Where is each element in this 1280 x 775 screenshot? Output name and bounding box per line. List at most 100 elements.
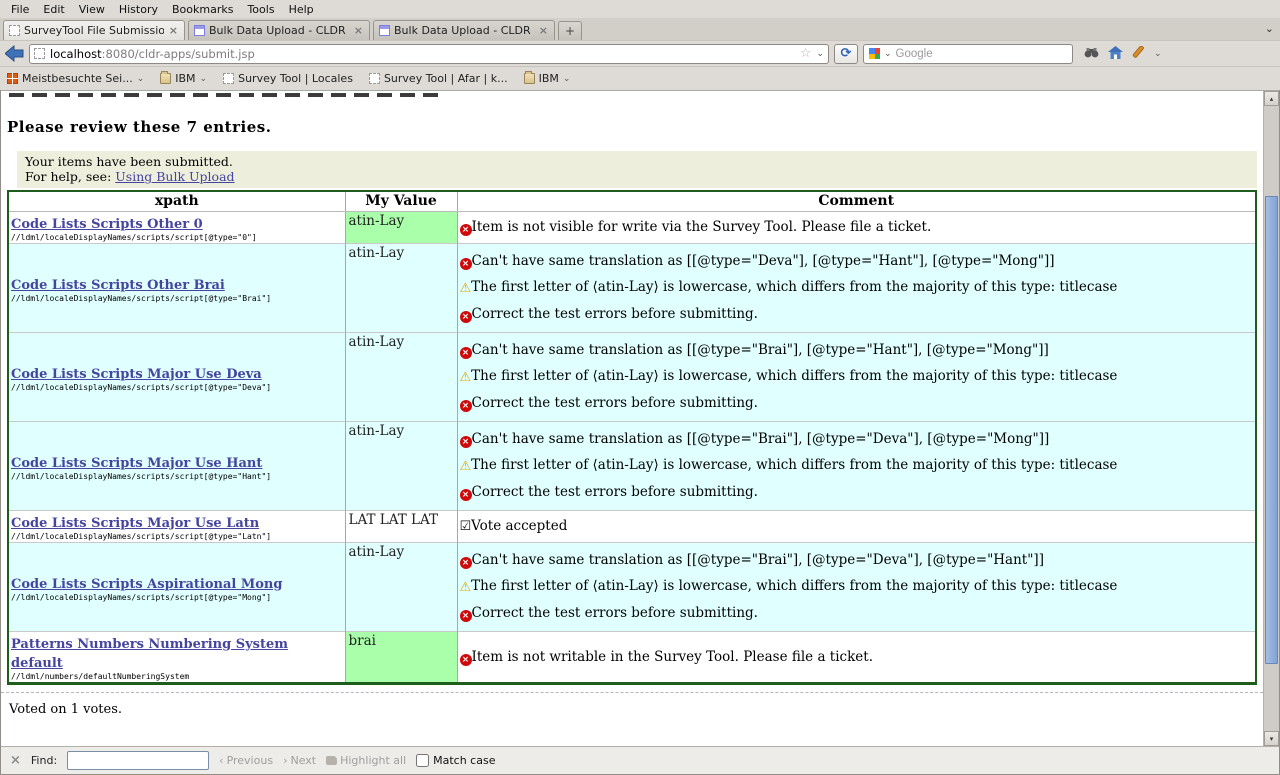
folder-icon <box>524 73 535 84</box>
xpath-link[interactable]: Code Lists Scripts Other Brai <box>11 278 225 293</box>
bookmark-label: IBM <box>175 72 195 85</box>
bookmark-dropdown-icon[interactable]: ⌄ <box>137 74 145 84</box>
match-case-toggle[interactable]: Match case <box>416 754 495 767</box>
scroll-down-arrow-icon[interactable]: ▾ <box>1264 731 1279 746</box>
toolbar-overflow-chevron-icon[interactable]: ⌄ <box>1154 49 1162 59</box>
my-value-cell: atin-Lay <box>345 244 457 333</box>
tab-close-icon[interactable]: × <box>538 24 549 37</box>
comment-cell: ×Can't have same translation as [[@type=… <box>457 543 1256 632</box>
menu-edit[interactable]: Edit <box>36 2 71 17</box>
nav-icon-cluster: ⌄ <box>1084 44 1162 63</box>
vote-summary: Voted on 1 votes. <box>9 702 1263 717</box>
using-bulk-upload-link[interactable]: Using Bulk Upload <box>115 169 234 184</box>
comment-line: ×Correct the test errors before submitti… <box>460 395 1254 412</box>
find-next-button[interactable]: ›Next <box>283 754 316 767</box>
xpath-cell: Code Lists Scripts Major Use Deva//ldml/… <box>8 333 345 422</box>
dotted-separator <box>1 692 1263 693</box>
table-header-row: xpathMy ValueComment <box>8 191 1256 212</box>
search-engine-dropdown-icon[interactable]: ⌄ <box>884 49 892 59</box>
column-header-my-value: My Value <box>345 191 457 212</box>
browser-window: FileEditViewHistoryBookmarksToolsHelp Su… <box>0 0 1280 775</box>
xpath-path: //ldml/localeDisplayNames/scripts/script… <box>11 472 343 481</box>
scroll-up-arrow-icon[interactable]: ▴ <box>1264 91 1279 106</box>
bookmark-star-icon[interactable]: ☆ <box>800 46 812 61</box>
back-button[interactable] <box>5 45 24 62</box>
xpath-path: //ldml/localeDisplayNames/scripts/script… <box>11 383 343 392</box>
menu-help[interactable]: Help <box>282 2 321 17</box>
my-value-cell: atin-Lay <box>345 543 457 632</box>
new-tab-button[interactable]: + <box>558 21 582 40</box>
bookmark-3[interactable]: Survey Tool | Locales <box>223 72 353 85</box>
tab-close-icon[interactable]: × <box>168 24 179 37</box>
url-bar[interactable]: localhost:8080/cldr-apps/submit.jsp ☆ ⌄ <box>29 44 829 64</box>
navigation-bar: localhost:8080/cldr-apps/submit.jsp ☆ ⌄ … <box>0 40 1280 66</box>
warning-icon: ⚠ <box>460 459 472 474</box>
xpath-link[interactable]: Code Lists Scripts Major Use Deva <box>11 367 262 382</box>
my-value-cell: atin-Lay <box>345 422 457 511</box>
warning-icon: ⚠ <box>460 370 472 385</box>
match-case-label: Match case <box>433 754 495 767</box>
tab-favicon-icon <box>379 25 390 36</box>
xpath-link[interactable]: Code Lists Scripts Major Use Hant <box>11 456 262 471</box>
xpath-link[interactable]: Patterns Numbers Numbering System defaul… <box>11 637 288 671</box>
xpath-path: //ldml/localeDisplayNames/scripts/script… <box>11 593 343 602</box>
tab-1[interactable]: SurveyTool File Submission | ...× <box>3 20 185 40</box>
tab-title: Bulk Data Upload - CLDR - Un... <box>394 24 534 37</box>
vertical-scrollbar[interactable]: ▴ ▾ <box>1263 91 1279 746</box>
url-text: localhost:8080/cldr-apps/submit.jsp <box>50 47 795 61</box>
table-row: Code Lists Scripts Other Brai//ldml/loca… <box>8 244 1256 333</box>
menu-tools[interactable]: Tools <box>240 2 281 17</box>
bookmark-5[interactable]: IBM⌄ <box>524 72 571 85</box>
xpath-path: //ldml/localeDisplayNames/scripts/script… <box>11 233 343 242</box>
bookmark-4[interactable]: Survey Tool | Afar | k... <box>369 72 508 85</box>
search-bar[interactable]: ⌄ <box>863 44 1073 64</box>
bookmark-label: Meistbesuchte Sei... <box>22 72 133 85</box>
tab-list-chevron-icon[interactable]: ⌄ <box>1265 22 1274 35</box>
error-icon: × <box>460 557 472 569</box>
bookmark-dropdown-icon[interactable]: ⌄ <box>563 74 571 84</box>
xpath-cell: Code Lists Scripts Aspirational Mong//ld… <box>8 543 345 632</box>
binoculars-icon[interactable] <box>1084 44 1099 63</box>
bookmark-2[interactable]: IBM ⌄ <box>160 72 207 85</box>
tab-3[interactable]: Bulk Data Upload - CLDR - Un... × <box>373 20 555 40</box>
menu-bookmarks[interactable]: Bookmarks <box>165 2 240 17</box>
comment-line: ⚠The first letter of ⟨atin-Lay⟩ is lower… <box>460 457 1254 475</box>
bookmark-dropdown-icon[interactable]: ⌄ <box>200 74 208 84</box>
pen-icon[interactable] <box>1132 44 1145 63</box>
xpath-link[interactable]: Code Lists Scripts Aspirational Mong <box>11 577 282 592</box>
match-case-checkbox[interactable] <box>416 754 429 767</box>
menu-view[interactable]: View <box>72 2 112 17</box>
tab-2[interactable]: Bulk Data Upload - CLDR - Un...× <box>188 20 370 40</box>
clipped-heading-remnant <box>9 93 439 97</box>
bookmark-1[interactable]: Meistbesuchte Sei... ⌄ <box>7 72 144 85</box>
find-input[interactable] <box>67 751 209 770</box>
xpath-path: //ldml/localeDisplayNames/scripts/script… <box>11 294 343 303</box>
xpath-link[interactable]: Code Lists Scripts Major Use Latn <box>11 516 259 531</box>
previous-chevron-icon: ‹ <box>219 754 223 767</box>
highlight-all-button[interactable]: Highlight all <box>326 754 406 767</box>
menu-file[interactable]: File <box>4 2 36 17</box>
xpath-link[interactable]: Code Lists Scripts Other 0 <box>11 217 203 232</box>
xpath-cell: Code Lists Scripts Other Brai//ldml/loca… <box>8 244 345 333</box>
reload-button[interactable]: ⟳ <box>834 44 858 64</box>
xpath-path: //ldml/numbers/defaultNumberingSystem <box>11 672 343 681</box>
find-close-icon[interactable]: × <box>10 753 21 768</box>
bookmarks-bar: Meistbesuchte Sei... ⌄ IBM ⌄ Survey Tool | L… <box>0 66 1280 90</box>
comment-line: ×Can't have same translation as [[@type=… <box>460 431 1254 448</box>
xpath-cell: Code Lists Scripts Major Use Hant//ldml/… <box>8 422 345 511</box>
next-chevron-icon: › <box>283 754 287 767</box>
comment-line: ×Can't have same translation as [[@type=… <box>460 552 1254 569</box>
tab-bar: SurveyTool File Submission | ...× Bulk Da… <box>0 18 1280 40</box>
my-value-cell: brai <box>345 632 457 684</box>
comment-line: ×Can't have same translation as [[@type=… <box>460 253 1254 270</box>
comment-line: ⚠The first letter of ⟨atin-Lay⟩ is lower… <box>460 368 1254 386</box>
find-previous-button[interactable]: ‹Previous <box>219 754 273 767</box>
url-dropdown-icon[interactable]: ⌄ <box>816 49 824 59</box>
highlighter-icon <box>326 756 337 765</box>
menu-history[interactable]: History <box>112 2 165 17</box>
home-icon[interactable] <box>1108 44 1123 63</box>
comment-line: ×Item is not visible for write via the S… <box>460 219 1254 236</box>
tab-close-icon[interactable]: × <box>353 24 364 37</box>
scrollbar-thumb[interactable] <box>1265 196 1278 664</box>
search-input[interactable] <box>896 48 1067 60</box>
